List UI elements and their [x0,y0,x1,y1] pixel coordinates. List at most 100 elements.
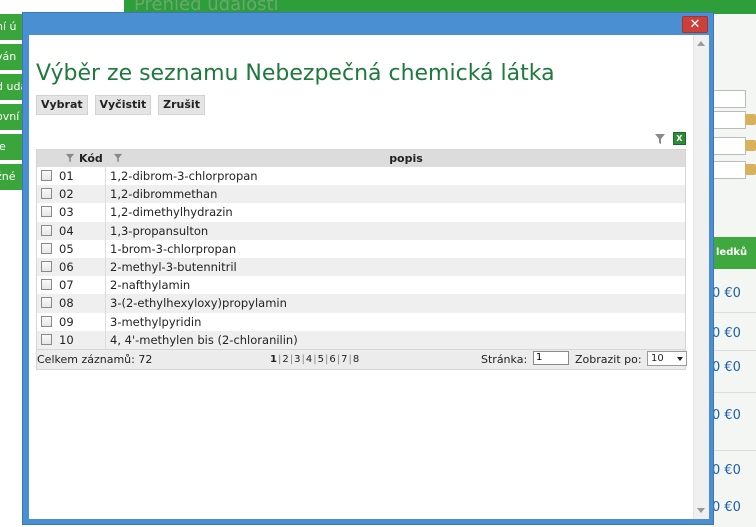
table-row[interactable]: 03 1,2-dimethylhydrazin [37,203,685,222]
menu-item[interactable]: žné [0,164,22,190]
row-code: 07 [59,278,74,293]
menu-item[interactable]: ie [0,134,22,160]
cost-value: 0 €0 [712,326,741,341]
per-page-select[interactable]: 10 [647,350,687,366]
grid-tools: X [654,131,686,145]
row-checkbox[interactable] [41,333,52,345]
row-code: 06 [59,259,74,274]
record-count: Celkem záznamů: 72 [37,352,153,366]
row-checkbox[interactable] [41,242,52,254]
cost-value: 0 €0 [712,408,741,423]
column-divider [105,294,106,313]
page-link[interactable]: 8 [352,354,360,365]
row-description: 2-methyl-3-butennitril [110,259,237,274]
row-description: 3-(2-ethylhexyloxy)propylamin [110,296,287,311]
table-row[interactable]: 01 1,2-dibrom-3-chlorpropan [37,167,685,186]
divider [712,350,756,351]
filter-field[interactable] [712,161,746,179]
page-label: Stránka: [481,352,528,366]
lookup-icon[interactable] [745,140,756,151]
column-divider [105,257,106,277]
dialog-toolbar: Vybrat Vyčistit Zrušit [36,95,208,115]
row-code: 03 [59,205,74,220]
row-description: 1,2-dibrom-3-chlorpropan [110,169,258,183]
close-button[interactable]: ✕ [682,16,708,33]
menu-item[interactable]: ovní [0,104,22,130]
per-page-value: 10 [651,352,664,364]
column-divider [105,312,106,331]
row-code: 10 [59,332,74,347]
row-description: 1,3-propansulton [110,223,209,238]
row-checkbox[interactable] [41,206,52,218]
row-checkbox[interactable] [41,297,52,309]
dialog-title: Výběr ze seznamu Nebezpečná chemická lát… [36,61,555,86]
row-code: 02 [59,187,74,202]
table-row[interactable]: 07 2-nafthylamin [37,276,685,295]
row-checkbox[interactable] [41,279,52,291]
clear-button[interactable]: Vyčistit [94,95,152,115]
menu-item[interactable]: ní ú [0,14,22,40]
row-code: 04 [59,223,74,238]
cost-value: 0 €0 [712,500,741,515]
table-row[interactable]: 08 3-(2-ethylhexyloxy)propylamin [37,294,685,313]
menu-item[interactable]: d uda [0,74,22,100]
row-code: 08 [59,296,74,311]
page-link[interactable]: 4 [305,354,313,365]
excel-export-icon[interactable]: X [672,132,686,145]
row-checkbox[interactable] [41,170,52,181]
column-divider [105,239,106,258]
per-page-label: Zobrazit po: [575,352,642,366]
filter-icon[interactable] [654,133,666,145]
cost-value: 0 €0 [712,360,741,375]
table-row[interactable]: 09 3-methylpyridin [37,312,685,331]
column-divider [105,276,106,295]
row-description: 1,2-dimethylhydrazin [110,205,233,220]
table-row[interactable]: 10 4, 4'-methylen bis (2-chloranilin) [37,330,685,349]
row-checkbox[interactable] [41,260,52,272]
pagination: 1|2|3|4|5|6|7|8 [269,350,360,369]
row-code: 09 [59,314,74,329]
table-row[interactable]: 06 2-methyl-3-butennitril [37,257,685,277]
chevron-down-icon [677,356,683,361]
column-divider [105,330,106,349]
cost-value: 0 €0 [712,463,741,478]
menu-item[interactable]: ván [0,44,22,70]
table-row[interactable]: 02 1,2-dibrommethan [37,185,685,204]
row-checkbox[interactable] [41,188,52,200]
vertical-scrollbar[interactable] [693,35,709,519]
select-button[interactable]: Vybrat [36,95,88,115]
selection-dialog: ✕ Výběr ze seznamu Nebezpečná chemická l… [22,12,714,525]
left-menu: ní ú ván d uda ovní ie žné [0,14,22,194]
row-description: 1,2-dibrommethan [110,187,218,202]
page-link[interactable]: 1 [269,354,278,365]
lookup-icon[interactable] [745,114,756,125]
table-row[interactable]: 04 1,3-propansulton [37,221,685,240]
column-divider [105,203,106,222]
scroll-up-arrow-icon[interactable] [697,41,705,46]
row-checkbox[interactable] [41,315,52,327]
scroll-down-arrow-icon[interactable] [697,508,705,513]
page-link[interactable]: 2 [281,354,289,365]
table-row[interactable]: 05 1-brom-3-chlorpropan [37,239,685,258]
divider [712,392,756,393]
lookup-icon[interactable] [745,164,756,175]
divider [712,450,756,451]
filter-field[interactable] [712,111,746,129]
filter-field[interactable] [712,90,746,108]
row-code: 05 [59,241,74,256]
row-description: 2-nafthylamin [110,278,191,293]
row-checkbox[interactable] [41,224,52,236]
cost-value: 0 €0 [712,286,741,301]
column-header-description[interactable]: popis [37,150,685,167]
page-link[interactable]: 6 [328,354,336,365]
cancel-button[interactable]: Zrušit [158,95,205,115]
column-divider [105,167,106,186]
row-code: 01 [59,169,74,183]
page-number-input[interactable] [533,350,569,365]
results-header: ledků [712,237,756,269]
filter-field[interactable] [712,137,746,155]
row-description: 4, 4'-methylen bis (2-chloranilin) [110,332,298,347]
grid-header: Kód popis [37,150,685,167]
page-link[interactable]: 5 [317,354,325,365]
row-description: 1-brom-3-chlorpropan [110,241,237,256]
